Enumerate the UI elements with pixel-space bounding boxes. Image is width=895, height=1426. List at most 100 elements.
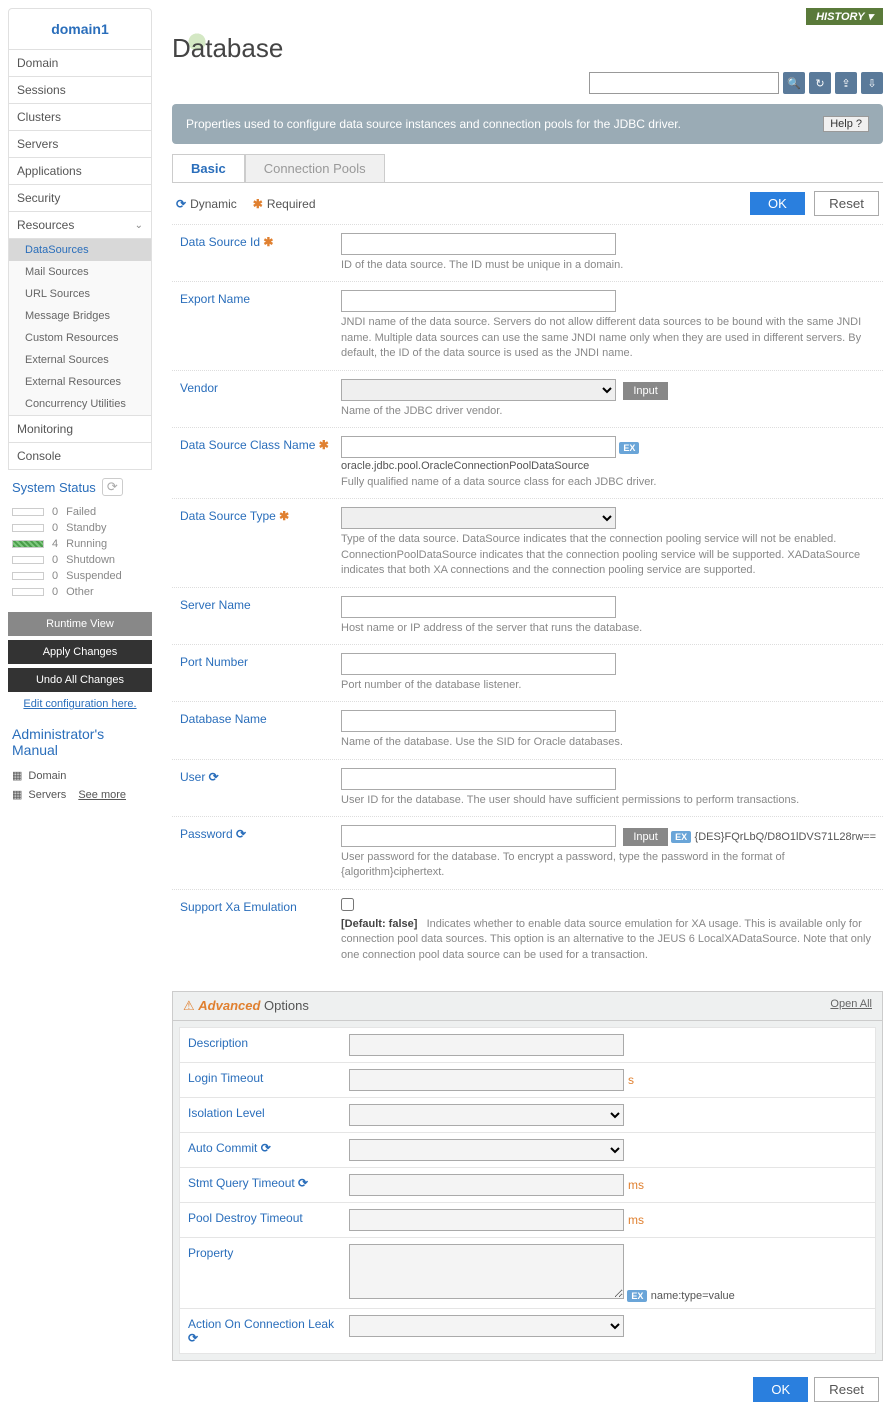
adv-input-1[interactable] <box>349 1069 624 1091</box>
sub-nav-external-resources[interactable]: External Resources <box>9 371 151 393</box>
history-button[interactable]: HISTORY ▾ <box>806 8 883 25</box>
adv-input-7[interactable] <box>349 1315 624 1337</box>
field-description: Fully qualified name of a data source cl… <box>341 475 879 490</box>
nav-item-monitoring[interactable]: Monitoring <box>8 416 152 443</box>
field-label: Database Name <box>172 708 337 752</box>
manual-link-servers[interactable]: ▦ServersSee more <box>8 785 152 804</box>
adv-input-4[interactable] <box>349 1174 624 1196</box>
ok-button[interactable]: OK <box>750 192 805 215</box>
see-more-link[interactable]: See more <box>78 789 126 801</box>
status-bar-icon <box>12 540 44 548</box>
sub-nav-concurrency-utilities[interactable]: Concurrency Utilities <box>9 393 151 415</box>
status-row-standby: 0Standby <box>8 520 152 536</box>
adv-input-2[interactable] <box>349 1104 624 1126</box>
import-icon[interactable]: ⇩ <box>861 72 883 94</box>
adv-input-0[interactable] <box>349 1034 624 1056</box>
field-description: Name of the database. Use the SID for Or… <box>341 735 879 750</box>
example-tag: EX <box>671 831 691 843</box>
sub-nav-url-sources[interactable]: URL Sources <box>9 283 151 305</box>
basic-input-0[interactable] <box>341 233 616 255</box>
form-row: Pool Destroy Timeout ms <box>179 1203 876 1238</box>
refresh-icon[interactable]: ⟳ <box>102 478 123 496</box>
basic-input-2[interactable] <box>341 379 616 401</box>
field-description: User ID for the database. The user shoul… <box>341 793 879 808</box>
field-label: Pool Destroy Timeout <box>180 1207 345 1233</box>
input-button[interactable]: Input <box>623 382 667 400</box>
sub-nav-custom-resources[interactable]: Custom Resources <box>9 327 151 349</box>
sub-nav-external-sources[interactable]: External Sources <box>9 349 151 371</box>
tab-connection-pools[interactable]: Connection Pools <box>245 154 385 182</box>
dynamic-icon: ⟳ <box>176 197 186 211</box>
required-icon: ✱ <box>263 235 273 249</box>
input-button[interactable]: Input <box>623 828 667 846</box>
reset-button[interactable]: Reset <box>814 191 879 216</box>
form-row: User ⟳User ID for the database. The user… <box>172 759 883 816</box>
basic-input-10[interactable] <box>341 898 354 911</box>
open-all-link[interactable]: Open All <box>830 998 872 1014</box>
field-label: Login Timeout <box>180 1067 345 1093</box>
dynamic-icon: ⟳ <box>261 1141 271 1155</box>
basic-input-6[interactable] <box>341 653 616 675</box>
status-row-running: 4Running <box>8 536 152 552</box>
refresh-icon[interactable]: ↻ <box>809 72 831 94</box>
nav-item-clusters[interactable]: Clusters <box>8 104 152 131</box>
manual-link-domain[interactable]: ▦Domain <box>8 766 152 785</box>
advanced-options-panel: ⚠ Advanced Options Open All DescriptionL… <box>172 991 883 1361</box>
form-row: Port NumberPort number of the database l… <box>172 644 883 701</box>
nav-item-security[interactable]: Security <box>8 185 152 212</box>
undo-changes-button[interactable]: Undo All Changes <box>8 668 152 692</box>
adv-input-5[interactable] <box>349 1209 624 1231</box>
search-input[interactable] <box>589 72 779 94</box>
basic-input-3[interactable] <box>341 436 616 458</box>
field-description: Type of the data source. DataSource indi… <box>341 532 879 578</box>
unit-label: s <box>628 1073 634 1087</box>
unit-label: ms <box>628 1213 644 1227</box>
apply-changes-button[interactable]: Apply Changes <box>8 640 152 664</box>
form-row: Export NameJNDI name of the data source.… <box>172 281 883 369</box>
field-label: Description <box>180 1032 345 1058</box>
field-label: Data Source Id ✱ <box>172 231 337 275</box>
sub-nav-message-bridges[interactable]: Message Bridges <box>9 305 151 327</box>
nav-item-domain[interactable]: Domain <box>8 50 152 77</box>
runtime-view-button[interactable]: Runtime View <box>8 612 152 636</box>
basic-input-4[interactable] <box>341 507 616 529</box>
field-value: User ID for the database. The user shoul… <box>337 766 883 810</box>
form-row: Vendor InputName of the JDBC driver vend… <box>172 370 883 427</box>
adv-input-6[interactable] <box>349 1244 624 1299</box>
status-bar-icon <box>12 572 44 580</box>
status-row-other: 0Other <box>8 584 152 600</box>
help-button[interactable]: Help ? <box>823 116 869 132</box>
nav-item-applications[interactable]: Applications <box>8 158 152 185</box>
status-bar-icon <box>12 588 44 596</box>
field-value: InputName of the JDBC driver vendor. <box>337 377 883 421</box>
form-row: Data Source Type ✱Type of the data sourc… <box>172 498 883 586</box>
basic-input-8[interactable] <box>341 768 616 790</box>
basic-input-9[interactable] <box>341 825 616 847</box>
field-label: Port Number <box>172 651 337 695</box>
dynamic-icon: ⟳ <box>188 1331 198 1345</box>
nav-item-resources[interactable]: Resources⌄ <box>8 212 152 239</box>
field-value: Port number of the database listener. <box>337 651 883 695</box>
field-value <box>345 1313 875 1349</box>
search-icon[interactable]: 🔍 <box>783 72 805 94</box>
edit-config-link[interactable]: Edit configuration here. <box>8 698 152 710</box>
domain-header[interactable]: domain1 <box>8 8 152 50</box>
form-row: Auto Commit ⟳ <box>179 1133 876 1168</box>
field-value: Host name or IP address of the server th… <box>337 594 883 638</box>
sub-nav-mail-sources[interactable]: Mail Sources <box>9 261 151 283</box>
form-row: Server NameHost name or IP address of th… <box>172 587 883 644</box>
basic-input-1[interactable] <box>341 290 616 312</box>
sub-nav-datasources[interactable]: DataSources <box>9 239 151 261</box>
reset-button-bottom[interactable]: Reset <box>814 1377 879 1402</box>
basic-input-7[interactable] <box>341 710 616 732</box>
page-title: Database <box>172 33 883 64</box>
ok-button-bottom[interactable]: OK <box>753 1377 808 1402</box>
adv-input-3[interactable] <box>349 1139 624 1161</box>
tab-basic[interactable]: Basic <box>172 154 245 182</box>
basic-input-5[interactable] <box>341 596 616 618</box>
nav-item-sessions[interactable]: Sessions <box>8 77 152 104</box>
status-bar-icon <box>12 508 44 516</box>
nav-item-console[interactable]: Console <box>8 443 152 470</box>
export-icon[interactable]: ⇪ <box>835 72 857 94</box>
nav-item-servers[interactable]: Servers <box>8 131 152 158</box>
